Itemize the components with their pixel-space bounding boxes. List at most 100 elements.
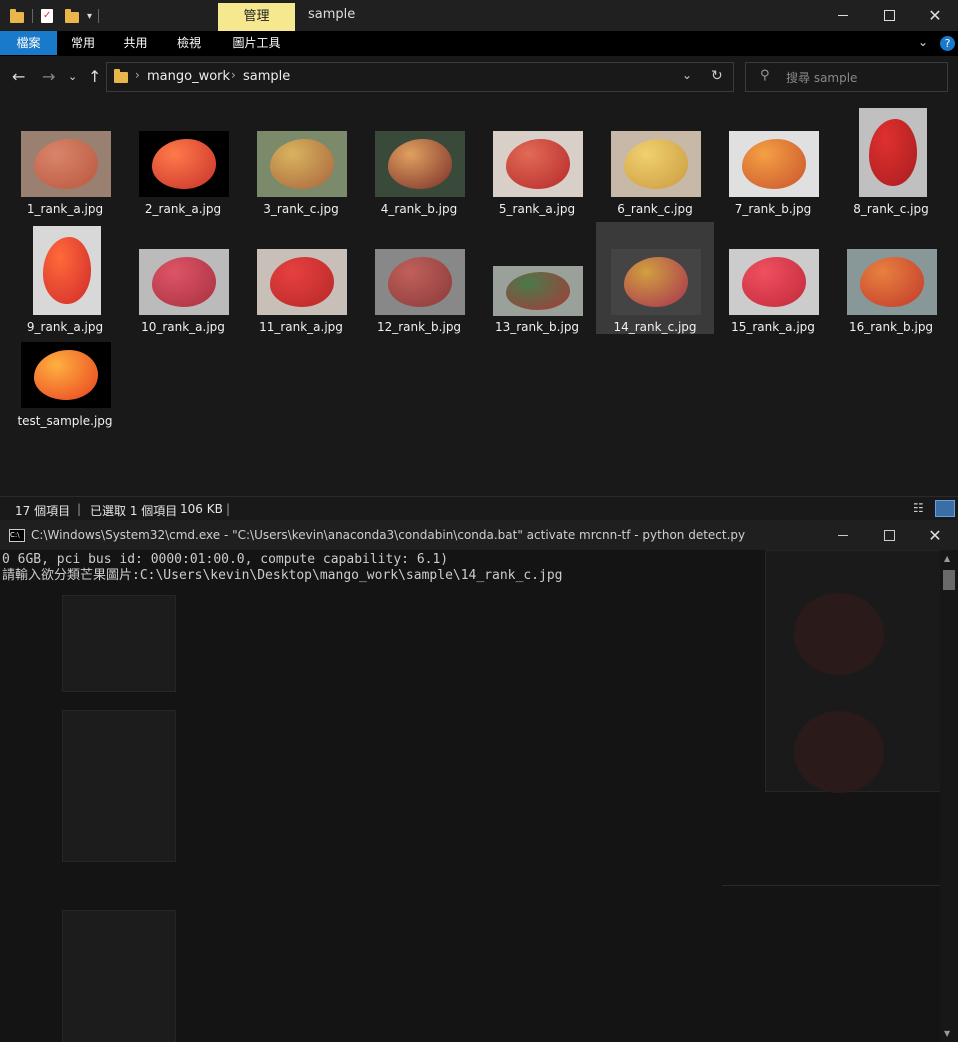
file-tile[interactable]: test_sample.jpg <box>6 342 124 436</box>
image-thumbnail <box>21 342 111 408</box>
item-count: 17 個項目 <box>15 504 71 518</box>
cmd-window-title: C:\Windows\System32\cmd.exe - "C:\Users\… <box>31 528 746 542</box>
file-tile[interactable]: 1_rank_a.jpg <box>6 96 124 216</box>
tab-manage[interactable]: 管理 <box>218 3 295 31</box>
file-tile[interactable]: 7_rank_b.jpg <box>714 96 832 216</box>
mango-shape <box>859 256 925 308</box>
mango-shape <box>505 272 571 310</box>
mango-shape <box>33 138 99 190</box>
image-thumbnail <box>493 131 583 197</box>
file-tile[interactable]: 5_rank_a.jpg <box>478 96 596 216</box>
file-tile[interactable]: 4_rank_b.jpg <box>360 96 478 216</box>
refresh-icon[interactable]: ↻ <box>711 68 723 84</box>
customize-toolbar-icon[interactable]: ▾ <box>87 11 92 22</box>
scroll-up-icon[interactable]: ▲ <box>944 554 950 563</box>
file-name-label: 14_rank_c.jpg <box>613 320 697 334</box>
close-icon: ✕ <box>928 6 942 25</box>
file-tile[interactable]: 15_rank_a.jpg <box>714 214 832 334</box>
selected-size: 106 KB <box>180 502 223 516</box>
recent-locations-icon[interactable]: ⌄ <box>68 70 77 83</box>
image-thumbnail <box>847 249 937 315</box>
cmd-scrollbar[interactable]: ▲ ▼ <box>940 550 958 1042</box>
image-thumbnail <box>859 108 927 197</box>
tab-file[interactable]: 檔案 <box>0 31 57 55</box>
mango-shape <box>623 138 689 190</box>
image-thumbnail <box>729 131 819 197</box>
file-name-label: 16_rank_b.jpg <box>848 320 934 334</box>
file-tile[interactable]: 13_rank_b.jpg <box>478 214 596 334</box>
back-arrow-icon[interactable]: ← <box>12 67 25 86</box>
search-placeholder: 搜尋 sample <box>786 71 858 85</box>
scrollbar-thumb[interactable] <box>943 570 955 590</box>
file-name-label: test_sample.jpg <box>17 414 113 428</box>
image-thumbnail <box>729 249 819 315</box>
address-dropdown-icon[interactable]: ⌄ <box>682 68 692 82</box>
large-icons-view-icon[interactable] <box>935 500 955 517</box>
cmd-console[interactable]: 0 6GB, pci bus id: 0000:01:00.0, compute… <box>0 550 940 1042</box>
file-tile[interactable]: 12_rank_b.jpg <box>360 214 478 334</box>
expand-ribbon-icon[interactable]: ⌄ <box>918 35 928 49</box>
file-tile[interactable]: 14_rank_c.jpg <box>596 222 714 334</box>
image-thumbnail <box>375 249 465 315</box>
tab-view[interactable]: 檢視 <box>162 31 216 55</box>
selected-count: 已選取 1 個項目 <box>90 504 178 518</box>
image-thumbnail <box>33 226 101 315</box>
file-grid: 1_rank_a.jpg 2_rank_a.jpg 3_rank_c.jpg 4_ra… <box>0 96 958 496</box>
mango-shape <box>269 256 335 308</box>
file-name-label: 11_rank_a.jpg <box>259 320 343 334</box>
file-name-label: 10_rank_a.jpg <box>141 320 225 334</box>
background-image-panel <box>765 550 940 793</box>
file-tile[interactable]: 9_rank_a.jpg <box>6 214 124 334</box>
background-mango <box>794 711 884 793</box>
status-bar: 17 個項目 | 已選取 1 個項目 106 KB | ☷ <box>0 496 958 521</box>
minimize-button[interactable] <box>820 0 866 31</box>
cmd-minimize-button[interactable] <box>820 520 866 550</box>
file-tile[interactable]: 2_rank_a.jpg <box>124 96 242 216</box>
cmd-window: C:\ C:\Windows\System32\cmd.exe - "C:\Us… <box>0 520 958 1042</box>
properties-icon[interactable]: ✓ <box>41 9 53 23</box>
file-tile[interactable]: 3_rank_c.jpg <box>242 96 360 216</box>
background-divider <box>722 885 940 886</box>
mango-shape <box>33 349 99 401</box>
maximize-button[interactable] <box>866 0 912 31</box>
breadcrumb-separator-icon: › <box>231 68 236 82</box>
maximize-icon <box>883 10 895 21</box>
scroll-down-icon[interactable]: ▼ <box>944 1029 950 1038</box>
explorer-titlebar: ✓ ▾ 管理 sample ✕ <box>0 0 958 31</box>
toolbar-divider <box>98 9 100 23</box>
address-bar[interactable]: › mango_work › sample ⌄ ↻ <box>106 62 734 92</box>
tab-share[interactable]: 共用 <box>109 31 162 55</box>
mango-shape <box>868 118 918 187</box>
close-icon: ✕ <box>928 525 942 545</box>
mango-shape <box>387 138 453 190</box>
search-box[interactable]: ⚲ 搜尋 sample <box>745 62 948 92</box>
tab-picture-tools[interactable]: 圖片工具 <box>218 31 295 55</box>
file-tile[interactable]: 16_rank_b.jpg <box>832 214 950 334</box>
new-folder-icon[interactable] <box>65 9 79 23</box>
ribbon-tabs: 檔案 常用 共用 檢視 圖片工具 ⌄ ? <box>0 31 958 56</box>
maximize-icon <box>883 529 895 541</box>
minimize-icon <box>838 15 848 16</box>
image-thumbnail <box>257 249 347 315</box>
image-thumbnail <box>139 249 229 315</box>
file-name-label: 9_rank_a.jpg <box>26 320 104 334</box>
cmd-maximize-button[interactable] <box>866 520 912 550</box>
file-tile[interactable]: 11_rank_a.jpg <box>242 214 360 334</box>
cmd-close-button[interactable]: ✕ <box>912 520 958 550</box>
file-tile[interactable]: 6_rank_c.jpg <box>596 96 714 216</box>
image-thumbnail <box>611 131 701 197</box>
image-thumbnail <box>493 266 583 316</box>
up-arrow-icon[interactable]: ↑ <box>88 67 101 86</box>
breadcrumb-sample[interactable]: sample <box>243 69 290 84</box>
help-icon[interactable]: ? <box>940 36 955 51</box>
mango-shape <box>741 138 807 190</box>
breadcrumb-mango-work[interactable]: mango_work <box>147 69 230 84</box>
tab-home[interactable]: 常用 <box>57 31 109 55</box>
details-view-icon[interactable]: ☷ <box>913 501 924 515</box>
file-tile[interactable]: 10_rank_a.jpg <box>124 214 242 334</box>
folder-icon[interactable] <box>10 9 24 23</box>
forward-arrow-icon[interactable]: → <box>42 67 55 86</box>
file-tile[interactable]: 8_rank_c.jpg <box>832 96 950 216</box>
close-button[interactable]: ✕ <box>912 0 958 31</box>
mango-shape <box>387 256 453 308</box>
